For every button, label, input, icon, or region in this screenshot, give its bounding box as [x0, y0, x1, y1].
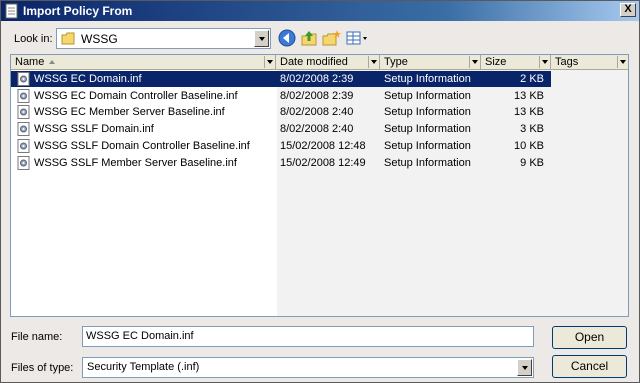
file-row[interactable]: WSSG SSLF Domain.inf 8/02/2008 2:40 Setup … — [11, 121, 551, 137]
views-icon[interactable] — [345, 28, 369, 48]
chevron-down-icon[interactable] — [254, 30, 269, 47]
column-label: Name — [15, 56, 45, 68]
file-size-cell: 13 KB — [514, 106, 544, 119]
setup-file-icon — [17, 88, 30, 103]
column-label: Type — [384, 56, 408, 68]
chevron-down-icon[interactable] — [517, 359, 532, 376]
file-name-cell: WSSG EC Domain.inf — [34, 73, 142, 85]
chevron-down-icon[interactable] — [617, 56, 627, 68]
file-row[interactable]: WSSG SSLF Domain Controller Baseline.inf… — [11, 138, 551, 154]
setup-file-icon — [17, 72, 30, 86]
file-type-cell: Setup Information — [384, 156, 471, 169]
look-in-value: WSSG — [81, 32, 118, 46]
window-title: Import Policy From — [23, 4, 133, 18]
cancel-button[interactable]: Cancel — [552, 355, 627, 378]
file-size-cell: 10 KB — [514, 139, 544, 152]
file-name-cell: WSSG SSLF Domain.inf — [34, 123, 154, 136]
file-size-cell: 3 KB — [520, 123, 544, 136]
file-type-label: Files of type: — [11, 362, 74, 374]
file-date-cell: 15/02/2008 12:48 — [280, 139, 366, 152]
chevron-down-icon[interactable] — [539, 56, 549, 68]
column-label: Date modified — [280, 56, 348, 68]
file-name-input[interactable]: WSSG EC Domain.inf — [82, 326, 534, 347]
file-date-cell: 8/02/2008 2:39 — [280, 89, 354, 102]
file-name-cell: WSSG EC Member Server Baseline.inf — [34, 106, 225, 119]
file-name-cell: WSSG SSLF Domain Controller Baseline.inf — [34, 139, 250, 152]
file-row[interactable]: WSSG SSLF Member Server Baseline.inf 15/0… — [11, 155, 551, 171]
up-folder-icon[interactable] — [299, 28, 319, 48]
column-header-type[interactable]: Type — [380, 55, 481, 70]
setup-file-icon — [17, 155, 30, 170]
file-size-cell: 2 KB — [520, 73, 544, 85]
import-policy-dialog: Import Policy From X Look in: WSSG Name — [0, 0, 640, 383]
column-label: Tags — [555, 56, 579, 68]
file-type-cell: Setup Information — [384, 73, 471, 85]
file-row[interactable]: WSSG EC Domain Controller Baseline.inf 8/… — [11, 88, 551, 104]
file-size-cell: 13 KB — [514, 89, 544, 102]
file-row[interactable]: WSSG EC Domain.inf 8/02/2008 2:39 Setup In… — [11, 71, 551, 87]
look-in-label: Look in: — [14, 33, 53, 45]
file-type-cell: Setup Information — [384, 89, 471, 102]
folder-icon — [61, 32, 75, 45]
open-button[interactable]: Open — [552, 326, 627, 349]
back-icon[interactable] — [277, 28, 297, 48]
file-type-cell: Setup Information — [384, 106, 471, 119]
setup-file-icon — [17, 122, 30, 137]
file-name-label: File name: — [11, 331, 63, 343]
file-type-value: Security Template (.inf) — [87, 361, 200, 373]
column-header-size[interactable]: Size — [481, 55, 551, 70]
file-type-cell: Setup Information — [384, 123, 471, 136]
look-in-combo[interactable]: WSSG — [56, 28, 271, 49]
file-name-cell: WSSG EC Domain Controller Baseline.inf — [34, 89, 238, 102]
column-header-date[interactable]: Date modified — [276, 55, 380, 70]
file-row[interactable]: WSSG EC Member Server Baseline.inf 8/02/2… — [11, 104, 551, 120]
file-date-cell: 8/02/2008 2:39 — [280, 73, 354, 85]
setup-file-icon — [17, 138, 30, 153]
file-size-cell: 9 KB — [520, 156, 544, 169]
column-header-tags[interactable]: Tags — [551, 55, 628, 70]
setup-file-icon — [17, 105, 30, 120]
file-list[interactable]: Name Date modified Type Size Tags WSSG E… — [10, 54, 629, 317]
column-label: Size — [485, 56, 507, 68]
file-type-cell: Setup Information — [384, 139, 471, 152]
close-button[interactable]: X — [620, 3, 636, 17]
sort-ascending-icon — [49, 60, 55, 64]
title-bar[interactable]: Import Policy From X — [1, 1, 639, 21]
file-date-cell: 8/02/2008 2:40 — [280, 123, 354, 136]
chevron-down-icon[interactable] — [368, 56, 378, 68]
new-folder-icon[interactable] — [321, 28, 341, 48]
column-header-name[interactable]: Name — [11, 55, 276, 70]
file-date-cell: 8/02/2008 2:40 — [280, 106, 354, 119]
file-name-cell: WSSG SSLF Member Server Baseline.inf — [34, 156, 237, 169]
file-type-select[interactable]: Security Template (.inf) — [82, 357, 534, 378]
chevron-down-icon[interactable] — [469, 56, 479, 68]
chevron-down-icon[interactable] — [264, 56, 274, 68]
document-icon — [5, 3, 18, 19]
file-date-cell: 15/02/2008 12:49 — [280, 156, 366, 169]
